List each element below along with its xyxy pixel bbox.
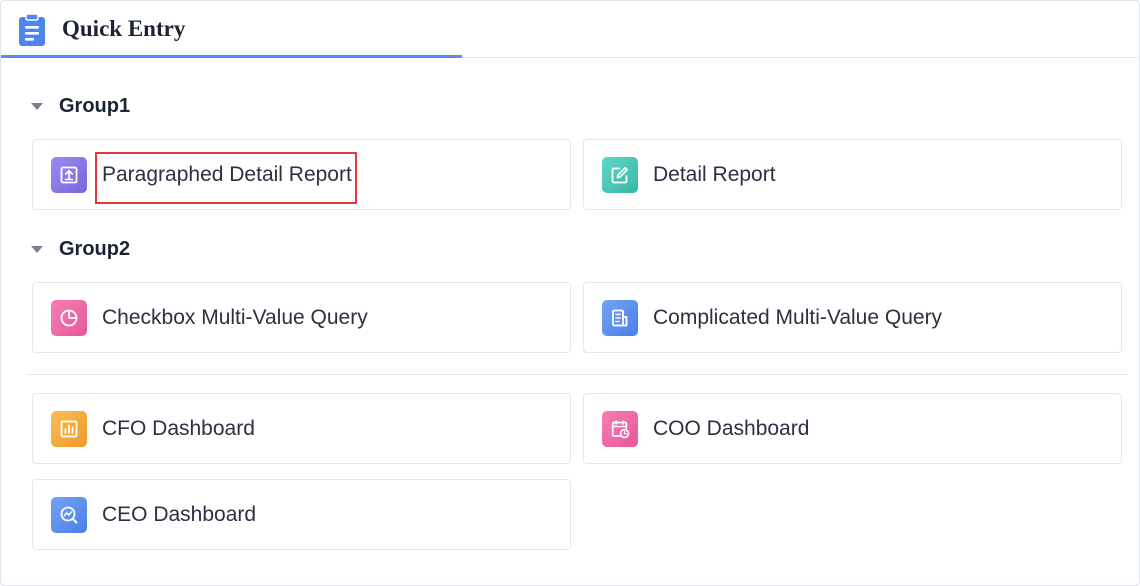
entry-card-detail-report[interactable]: Detail Report [583,139,1122,210]
entry-card-label: COO Dashboard [653,417,810,440]
entry-card-complicated-multi-value-query[interactable]: Complicated Multi-Value Query [583,282,1122,353]
document-icon [602,300,638,336]
group-header-group2[interactable]: Group2 [31,237,130,261]
entry-card-cfo-dashboard[interactable]: CFO Dashboard [32,393,571,464]
entry-card-label: Detail Report [653,163,776,186]
page-title: Quick Entry [62,16,186,41]
upload-box-icon [51,157,87,193]
caret-down-icon[interactable] [31,246,43,253]
entry-card-checkbox-multi-value-query[interactable]: Checkbox Multi-Value Query [32,282,571,353]
panel-header: Quick Entry [1,1,1140,58]
clipboard-icon [19,13,45,46]
group-header-group1[interactable]: Group1 [31,94,130,118]
entry-card-label: Paragraphed Detail Report [102,163,352,186]
group-label: Group1 [59,94,131,117]
entry-card-ceo-dashboard[interactable]: CEO Dashboard [32,479,571,550]
entry-card-paragraphed-detail-report[interactable]: Paragraphed Detail Report [32,139,571,210]
entry-card-label: CFO Dashboard [102,417,255,440]
bar-chart-icon [51,411,87,447]
entry-card-label: Checkbox Multi-Value Query [102,306,368,329]
section-divider [27,374,1128,375]
caret-down-icon[interactable] [31,103,43,110]
quick-entry-panel: Quick Entry Group1 Paragraphed Detail Re… [0,0,1140,586]
pie-chart-icon [51,300,87,336]
entry-card-coo-dashboard[interactable]: COO Dashboard [583,393,1122,464]
active-tab-indicator [1,55,462,58]
group-label: Group2 [59,237,131,260]
calendar-clock-icon [602,411,638,447]
edit-icon [602,157,638,193]
entry-card-label: Complicated Multi-Value Query [653,306,943,329]
entry-card-label: CEO Dashboard [102,503,257,526]
trend-search-icon [51,497,87,533]
